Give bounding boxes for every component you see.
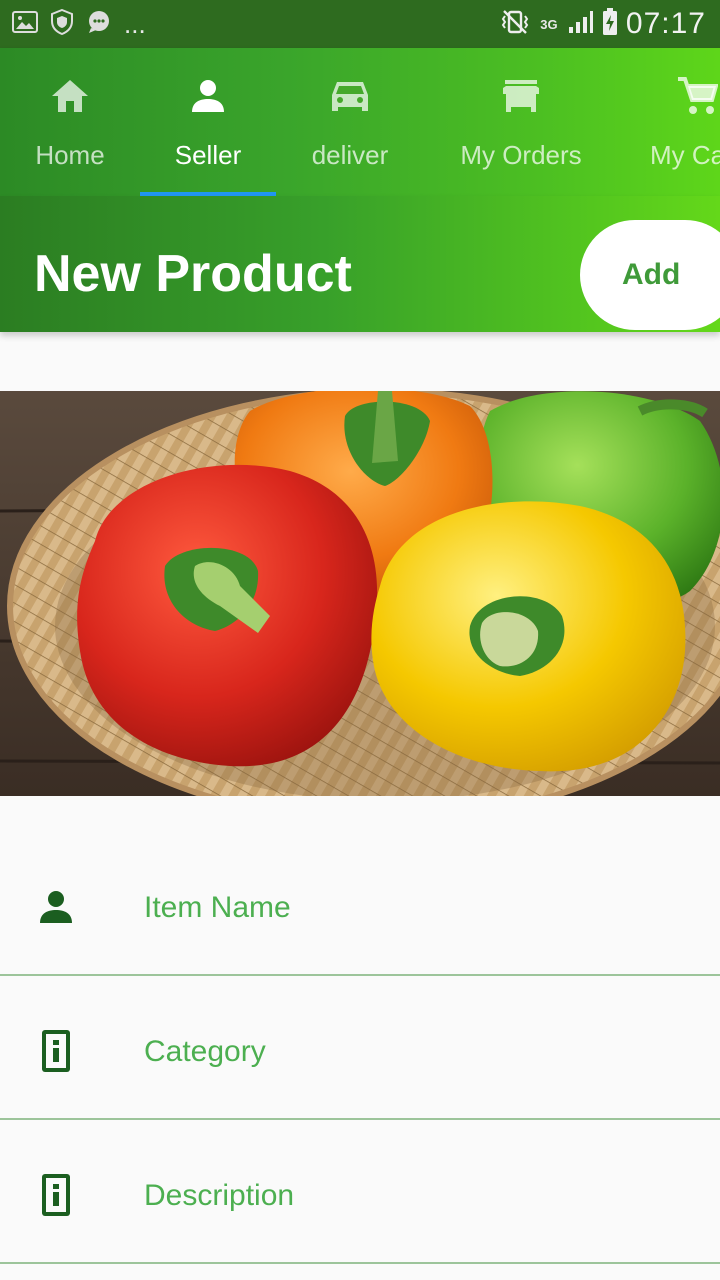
description-field[interactable]: Description xyxy=(0,1121,720,1264)
tab-bar: Home Seller deliver My Orders My Ca xyxy=(0,48,720,196)
status-bar-right: 3G 07:17 xyxy=(500,6,706,42)
person-icon xyxy=(190,74,226,118)
tab-label: Home xyxy=(35,140,105,170)
chat-icon xyxy=(86,10,112,39)
item-name-label: Item Name xyxy=(144,891,291,924)
battery-charging-icon xyxy=(602,7,618,41)
info-icon xyxy=(36,1174,76,1216)
signal-icon xyxy=(568,10,594,39)
tab-my-orders[interactable]: My Orders xyxy=(446,48,596,196)
status-overflow: ... xyxy=(124,9,146,39)
page-title: New Product xyxy=(34,245,352,303)
status-bar-left: ... xyxy=(12,8,146,40)
status-bar: ... 3G 07:17 xyxy=(0,0,720,48)
tab-label: deliver xyxy=(311,140,389,170)
clock: 07:17 xyxy=(625,7,706,40)
vibrate-icon xyxy=(500,9,530,40)
info-icon xyxy=(36,1030,76,1072)
category-field[interactable]: Category xyxy=(0,977,720,1120)
add-button[interactable]: Add xyxy=(580,220,720,330)
tab-my-cart[interactable]: My Ca xyxy=(640,48,720,196)
description-label: Description xyxy=(144,1179,295,1212)
cart-icon xyxy=(676,74,718,118)
network-type: 3G xyxy=(540,16,558,32)
person-icon xyxy=(36,887,76,927)
product-image[interactable] xyxy=(0,391,720,796)
shield-icon xyxy=(50,8,74,40)
tab-label: Seller xyxy=(174,140,242,170)
page-header: New Product Add xyxy=(0,196,720,332)
tab-home[interactable]: Home xyxy=(20,48,120,196)
store-icon xyxy=(501,74,541,118)
category-label: Category xyxy=(144,1035,266,1068)
car-icon xyxy=(330,74,370,118)
tab-label: My Ca xyxy=(650,140,720,170)
image-icon xyxy=(12,10,38,39)
item-name-field[interactable]: Item Name xyxy=(0,833,720,976)
home-icon xyxy=(50,74,90,118)
tab-deliver[interactable]: deliver xyxy=(296,48,404,196)
tab-label: My Orders xyxy=(460,140,582,170)
tab-seller[interactable]: Seller xyxy=(140,48,276,196)
